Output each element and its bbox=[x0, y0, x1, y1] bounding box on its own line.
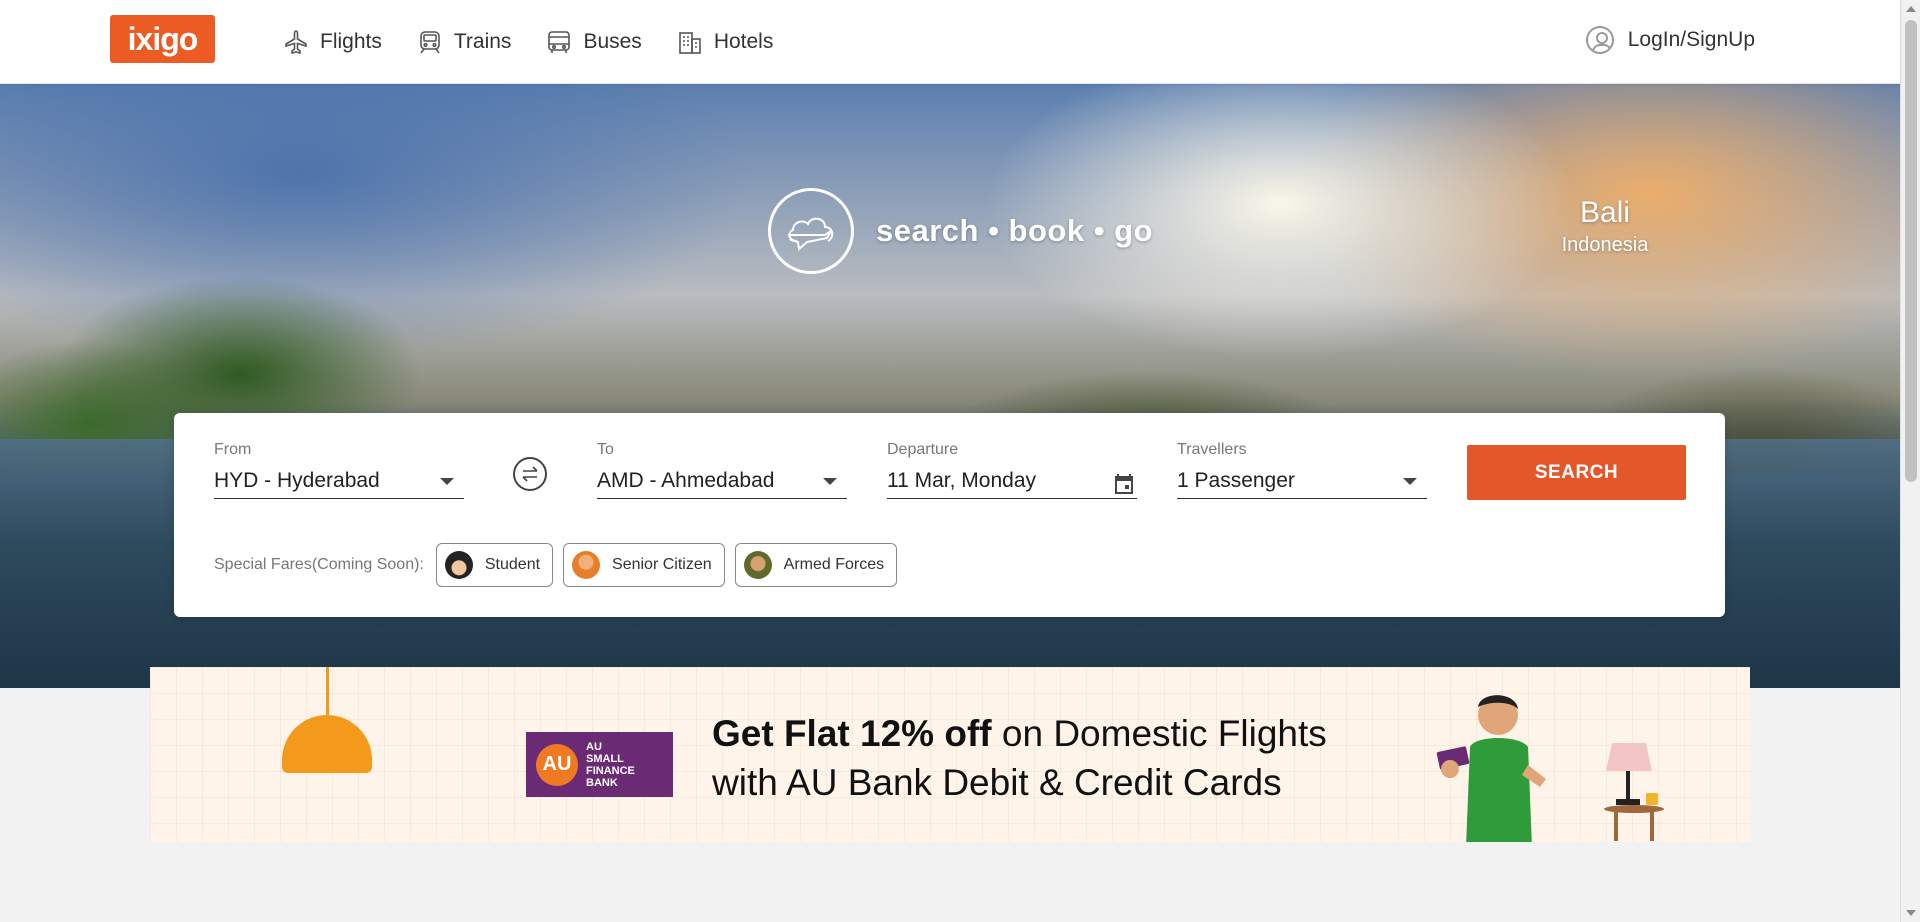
nav-buses-label: Buses bbox=[583, 30, 642, 53]
student-avatar-icon bbox=[444, 551, 473, 579]
swap-cities-button[interactable] bbox=[513, 457, 547, 491]
departure-value: 11 Mar, Monday bbox=[887, 469, 1037, 492]
scroll-down-arrow-icon[interactable] bbox=[1906, 910, 1916, 916]
promo-headline-rest: on Domestic Flights bbox=[991, 713, 1327, 754]
top-header: ixigo Flights Trains Buses Hotels LogIn/… bbox=[0, 0, 1900, 84]
departure-field[interactable]: Departure 11 Mar, Monday bbox=[887, 441, 1137, 499]
au-bank-badge: AU bbox=[536, 743, 578, 786]
departure-label: Departure bbox=[887, 441, 959, 458]
login-label: LogIn/SignUp bbox=[1627, 28, 1755, 51]
hanging-lamp-illustration bbox=[282, 715, 372, 773]
calendar-icon bbox=[1115, 474, 1133, 494]
travellers-label: Travellers bbox=[1177, 441, 1247, 458]
nav-buses[interactable]: Buses bbox=[545, 24, 642, 60]
special-fares: Special Fares(Coming Soon): Student Seni… bbox=[214, 543, 898, 587]
hanging-lamp-cord bbox=[326, 667, 329, 715]
flight-search-card: From HYD - Hyderabad To AMD - Ahmedabad … bbox=[174, 413, 1725, 617]
main-nav: Flights Trains Buses Hotels bbox=[282, 24, 773, 60]
senior-citizen-avatar-icon bbox=[572, 551, 601, 579]
user-icon bbox=[1585, 26, 1614, 54]
from-value: HYD - Hyderabad bbox=[214, 469, 380, 492]
nav-flights-label: Flights bbox=[320, 30, 382, 53]
to-dropdown-icon bbox=[823, 478, 837, 485]
special-fare-armed-forces-label: Armed Forces bbox=[783, 556, 885, 573]
scrollbar-thumb[interactable] bbox=[1905, 20, 1917, 482]
to-field[interactable]: To AMD - Ahmedabad bbox=[597, 441, 847, 499]
promo-banner[interactable]: AU AU SMALL FINANCE BANK Get Flat 12% of… bbox=[150, 667, 1750, 842]
nav-flights[interactable]: Flights bbox=[282, 24, 382, 60]
special-fare-senior-citizen[interactable]: Senior Citizen bbox=[563, 543, 725, 587]
nav-trains[interactable]: Trains bbox=[416, 24, 512, 60]
destination-country: Indonesia bbox=[1561, 234, 1649, 256]
to-label: To bbox=[597, 441, 614, 458]
promo-subline: with AU Bank Debit & Credit Cards bbox=[712, 762, 1282, 803]
special-fare-student-label: Student bbox=[484, 556, 541, 573]
table-lamp-illustration bbox=[1604, 743, 1664, 841]
au-bank-name: AU SMALL FINANCE BANK bbox=[586, 740, 635, 789]
login-signup-button[interactable]: LogIn/SignUp bbox=[1585, 26, 1755, 54]
travellers-dropdown-icon bbox=[1403, 478, 1417, 485]
bus-icon bbox=[548, 31, 571, 53]
hero-tagline: search • book • go bbox=[768, 188, 1153, 274]
special-fare-armed-forces[interactable]: Armed Forces bbox=[734, 543, 898, 587]
special-fares-label: Special Fares(Coming Soon): bbox=[214, 556, 424, 573]
travellers-value: 1 Passenger bbox=[1177, 469, 1295, 492]
au-bank-logo: AU AU SMALL FINANCE BANK bbox=[526, 732, 673, 797]
special-fare-student[interactable]: Student bbox=[435, 543, 554, 587]
nav-hotels[interactable]: Hotels bbox=[676, 24, 774, 60]
plane-cloud-icon bbox=[768, 188, 854, 274]
to-value: AMD - Ahmedabad bbox=[597, 469, 775, 492]
tagline-text: search • book • go bbox=[876, 213, 1154, 248]
from-label: From bbox=[214, 441, 252, 458]
ixigo-logo[interactable]: ixigo bbox=[110, 15, 215, 63]
man-holding-card-illustration bbox=[1436, 695, 1546, 842]
scroll-up-arrow-icon[interactable] bbox=[1906, 6, 1916, 12]
from-dropdown-icon bbox=[440, 478, 454, 485]
nav-trains-label: Trains bbox=[453, 30, 512, 53]
search-button[interactable]: SEARCH bbox=[1467, 445, 1686, 500]
nav-hotels-label: Hotels bbox=[713, 30, 774, 53]
promo-headline: Get Flat 12% off on Domestic Flights bbox=[712, 713, 1327, 755]
travellers-field[interactable]: Travellers 1 Passenger bbox=[1177, 441, 1427, 499]
from-field[interactable]: From HYD - Hyderabad bbox=[214, 441, 464, 499]
plane-icon bbox=[285, 30, 307, 55]
armed-forces-avatar-icon bbox=[743, 551, 772, 579]
destination-caption: Bali Indonesia bbox=[1540, 196, 1670, 257]
train-icon bbox=[420, 31, 440, 54]
page-scrollbar[interactable] bbox=[1900, 0, 1920, 922]
swap-icon bbox=[522, 466, 538, 482]
hotel-icon bbox=[679, 32, 701, 54]
special-fare-senior-citizen-label: Senior Citizen bbox=[612, 556, 712, 573]
promo-headline-bold: Get Flat 12% off bbox=[712, 713, 992, 754]
destination-name: Bali bbox=[1579, 196, 1631, 229]
